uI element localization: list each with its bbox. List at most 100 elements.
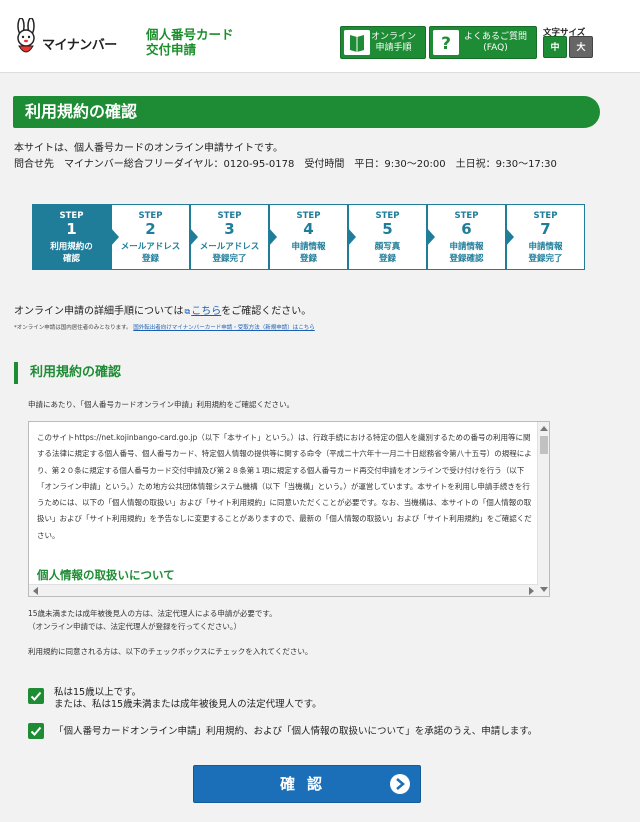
step-name-line1: メールアドレス [199, 242, 260, 252]
step-name: 利用規約の 確認 [33, 241, 110, 265]
agree-checkbox-label[interactable]: 「個人番号カードオンライン申請」利用規約、および「個人情報の取扱いについて」を承… [54, 726, 537, 738]
scroll-thumb[interactable] [540, 436, 548, 454]
terms-horizontal-scrollbar[interactable] [29, 584, 538, 596]
step-6: STEP 6 申請情報 登録確認 [427, 204, 514, 270]
step-arrow-icon [268, 227, 277, 247]
step-3: STEP 3 メールアドレス 登録完了 [190, 204, 277, 270]
age-checkbox[interactable] [28, 688, 44, 704]
external-link-icon: ⧉ [184, 307, 191, 316]
terms-heading: 個人情報の取扱いについて [37, 568, 175, 582]
section-title: 利用規約の確認 [14, 362, 121, 384]
guide-text: オンライン申請の詳細手順については⧉こちらをご確認ください。 [14, 302, 311, 317]
guide-link[interactable]: こちら [191, 306, 221, 317]
step-name-line2: 登録 [378, 254, 396, 264]
guide-after: をご確認ください。 [221, 306, 312, 317]
step-number: 1 [66, 220, 77, 238]
online-guide-label: オンライン 申請手順 [371, 32, 416, 54]
question-icon: ? [433, 30, 459, 55]
step-1: STEP 1 利用規約の 確認 [32, 204, 119, 270]
step-5: STEP 5 顔写真 登録 [348, 204, 435, 270]
scroll-down-icon[interactable] [540, 587, 548, 592]
header: マイナンバー 個人番号カード 交付申請 オンライン 申請手順 ? よくあるご質問… [0, 0, 640, 73]
font-size-large-button[interactable]: 大 [569, 36, 593, 58]
intro-text: 本サイトは、個人番号カードのオンライン申請サイトです。 [14, 143, 283, 154]
agree-checkbox[interactable] [28, 723, 44, 739]
step-arrow-icon [347, 227, 356, 247]
step-name: 申請情報 登録完了 [507, 241, 584, 265]
step-number: 6 [461, 220, 472, 238]
step-number: 3 [224, 220, 235, 238]
step-name-line2: 登録 [299, 254, 317, 264]
online-guide-line1: オンライン [371, 32, 417, 42]
faq-label: よくあるご質問 (FAQ) [464, 32, 527, 54]
step-7: STEP 7 申請情報 登録完了 [506, 204, 585, 270]
site-title: 個人番号カード 交付申請 [146, 27, 246, 57]
faq-line2: (FAQ) [483, 43, 508, 53]
scroll-left-icon[interactable] [33, 587, 38, 595]
step-name-line2: 登録 [141, 254, 159, 264]
scroll-right-icon[interactable] [529, 587, 534, 595]
terms-box[interactable]: このサイトhttps://net.kojinbango-card.go.jp（以… [28, 421, 550, 597]
step-number: 5 [382, 220, 393, 238]
contact-info: 問合せ先 マイナンバー総合フリーダイヤル：0120-95-0178 受付時間 平… [14, 159, 557, 170]
age-checkbox-line2: または、私は15歳未満または成年被後見人の法定代理人です。 [54, 699, 322, 710]
step-name-line1: 申請情報 [291, 242, 326, 252]
online-guide-button[interactable]: オンライン 申請手順 [340, 26, 426, 59]
site-title-line2: 交付申請 [146, 42, 197, 57]
step-name-line1: 利用規約の [50, 242, 93, 252]
font-size-medium-button[interactable]: 中 [543, 36, 567, 58]
step-progress: STEP 1 利用規約の 確認 STEP 2 メールアドレス 登録 STEP 3 メールアドレス 登録… [32, 204, 585, 270]
step-name-line1: 顔写真 [374, 242, 401, 252]
mynumber-logo[interactable]: マイナンバー [12, 18, 132, 58]
mynaport-mascot-icon [17, 18, 35, 53]
online-guide-line2: 申請手順 [375, 43, 412, 53]
step-name-line2: 登録完了 [212, 254, 247, 264]
section-lead: 申請にあたり、「個人番号カードオンライン申請」利用規約をご確認ください。 [28, 400, 294, 409]
guide-before: オンライン申請の詳細手順については [14, 306, 184, 317]
faq-button[interactable]: ? よくあるご質問 (FAQ) [429, 26, 537, 59]
svg-text:?: ? [441, 34, 451, 54]
overseas-link[interactable]: 国外転出者向けマイナンバーカード申請・受取方法（新規申請）はこちら [133, 325, 314, 331]
step-arrow-icon [505, 227, 514, 247]
logo-text: マイナンバー [42, 38, 117, 53]
step-name-line1: 申請情報 [449, 242, 484, 252]
step-number: 4 [303, 220, 314, 238]
chevron-right-icon [390, 774, 410, 794]
checkmark-icon [30, 691, 42, 701]
step-name-line2: 登録確認 [449, 254, 484, 264]
confirm-button[interactable]: 確認 [193, 765, 421, 803]
scroll-up-icon[interactable] [540, 426, 548, 431]
checkmark-icon [30, 726, 42, 736]
book-icon [344, 30, 370, 55]
step-arrow-icon [426, 227, 435, 247]
guardian-note-line1: 15歳未満または成年被後見人の方は、法定代理人による申請が必要です。 [28, 609, 277, 618]
step-name: メールアドレス 登録完了 [191, 241, 268, 265]
step-name: 申請情報 登録確認 [428, 241, 505, 265]
guardian-note: 15歳未満または成年被後見人の方は、法定代理人による申請が必要です。 （オンライ… [28, 607, 277, 633]
overseas-note: *オンライン申請は国内居住者のみとなります。 国外転出者向けマイナンバーカード申… [14, 323, 315, 331]
faq-line1: よくあるご質問 [464, 32, 528, 42]
step-number: 7 [540, 220, 551, 238]
confirm-button-label: 確認 [279, 775, 334, 793]
age-checkbox-line1: 私は15歳以上です。 [54, 687, 142, 698]
step-name: 顔写真 登録 [349, 241, 426, 265]
step-number: 2 [145, 220, 156, 238]
page-title: 利用規約の確認 [13, 96, 600, 128]
terms-scrollbar[interactable] [537, 422, 549, 596]
site-title-line1: 個人番号カード [146, 27, 234, 42]
step-arrow-icon [189, 227, 198, 247]
step-2: STEP 2 メールアドレス 登録 [111, 204, 198, 270]
checkbox-instruction: 利用規約に同意される方は、以下のチェックボックスにチェックを入れてください。 [28, 647, 313, 656]
step-name-line1: 申請情報 [528, 242, 563, 252]
step-arrow-icon [110, 227, 119, 247]
step-4: STEP 4 申請情報 登録 [269, 204, 356, 270]
guardian-note-line2: （オンライン申請では、法定代理人が登録を行ってください。） [28, 622, 242, 631]
step-name: 申請情報 登録 [270, 241, 347, 265]
age-checkbox-label[interactable]: 私は15歳以上です。 または、私は15歳未満または成年被後見人の法定代理人です。 [54, 687, 322, 711]
step-name: メールアドレス 登録 [112, 241, 189, 265]
step-name-line1: メールアドレス [120, 242, 181, 252]
terms-text: このサイトhttps://net.kojinbango-card.go.jp（以… [37, 433, 532, 540]
step-name-line2: 登録完了 [528, 254, 563, 264]
step-name-line2: 確認 [62, 254, 80, 264]
overseas-note-text: *オンライン申請は国内居住者のみとなります。 [14, 325, 132, 331]
